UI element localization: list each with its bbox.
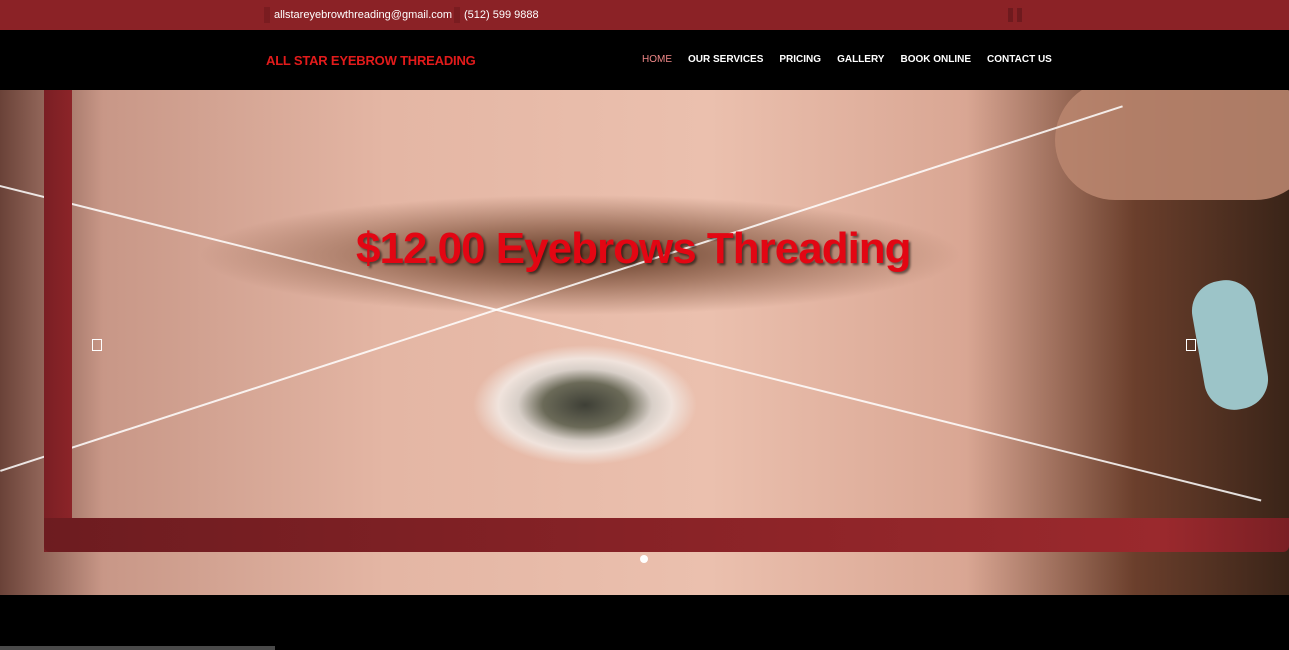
main-nav: HOME OUR SERVICES PRICING GALLERY BOOK O… [642, 54, 1052, 65]
thread-line [0, 105, 1123, 472]
hero-slider: $12.00 Eyebrows Threading [0, 90, 1289, 595]
nav-our-services[interactable]: OUR SERVICES [688, 54, 763, 65]
nav-contact-us[interactable]: CONTACT US [987, 54, 1052, 65]
hero-fingernail-image [1187, 275, 1273, 415]
facebook-icon[interactable] [1008, 8, 1013, 22]
nav-home[interactable]: HOME [642, 54, 672, 65]
hero-finger-image [1055, 90, 1289, 200]
instagram-icon[interactable] [1017, 8, 1022, 22]
hero-headline: $12.00 Eyebrows Threading [356, 224, 912, 273]
phone-icon [454, 7, 460, 23]
nav-gallery[interactable]: GALLERY [837, 54, 884, 65]
slider-dot[interactable] [640, 555, 648, 563]
bottom-strip [0, 646, 275, 650]
slider-next-arrow[interactable] [1186, 339, 1196, 351]
slider-prev-arrow[interactable] [92, 339, 102, 351]
site-logo[interactable]: ALL STAR EYEBROW THREADING [266, 53, 476, 68]
envelope-icon [264, 7, 270, 23]
nav-book-online[interactable]: BOOK ONLINE [900, 54, 971, 65]
decorative-frame-left [44, 90, 72, 552]
phone-text[interactable]: (512) 599 9888 [464, 9, 539, 21]
email-contact[interactable]: allstareyebrowthreading@gmail.com [264, 0, 452, 30]
decorative-frame-bottom [44, 518, 1289, 552]
phone-contact[interactable]: (512) 599 9888 [454, 0, 539, 30]
email-text[interactable]: allstareyebrowthreading@gmail.com [274, 9, 452, 21]
site-header: ALL STAR EYEBROW THREADING HOME OUR SERV… [0, 30, 1289, 90]
social-links [1008, 8, 1022, 22]
top-info-bar: allstareyebrowthreading@gmail.com (512) … [0, 0, 1289, 30]
nav-pricing[interactable]: PRICING [779, 54, 821, 65]
